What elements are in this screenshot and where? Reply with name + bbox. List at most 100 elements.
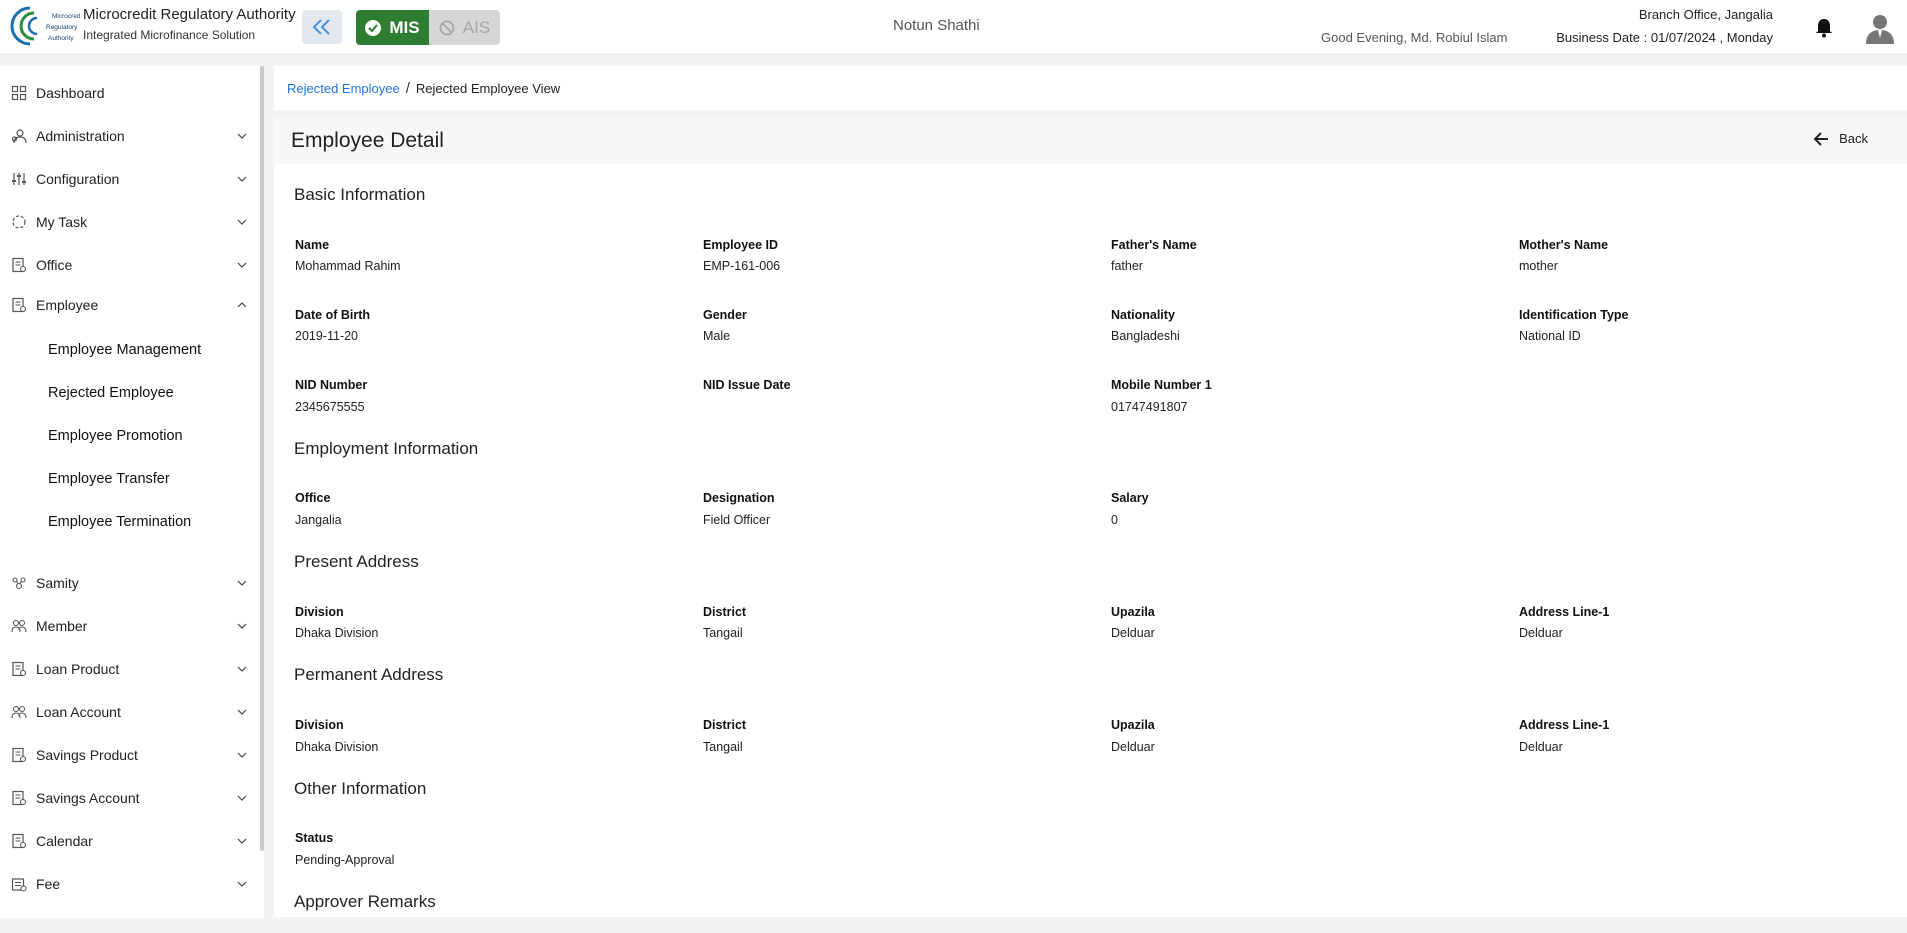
sidebar-item-configuration[interactable]: Configuration	[0, 161, 258, 197]
sidebar-item-office[interactable]: Office	[0, 247, 258, 283]
field-label: Division	[295, 605, 344, 619]
user-greeting: Good Evening, Md. Robiul Islam	[1321, 30, 1508, 45]
sidebar-item-label: Samity	[36, 575, 79, 591]
org-name: Microcredit Regulatory Authority	[83, 6, 296, 23]
sidebar-item-calendar[interactable]: Calendar	[0, 823, 258, 859]
sidebar-item-label: Loan Product	[36, 661, 120, 677]
chevron-up-icon	[237, 302, 247, 308]
svg-text:Microcredit: Microcredit	[52, 13, 80, 20]
page-title-bar: Employee Detail Back	[274, 117, 1907, 164]
sidebar-item-label: Savings Account	[36, 790, 140, 806]
bell-icon[interactable]	[1815, 18, 1833, 38]
field-label: Salary	[1111, 491, 1149, 505]
double-chevron-left-icon	[312, 19, 330, 35]
field-label: Office	[295, 491, 331, 505]
sidebar-item-label: Configuration	[36, 171, 120, 187]
field-value: Delduar	[1111, 740, 1155, 754]
business-date: Business Date : 01/07/2024 , Monday	[1556, 30, 1773, 45]
field-value: Delduar	[1519, 740, 1563, 754]
field-label: NID Issue Date	[703, 378, 791, 392]
ais-label: AIS	[462, 17, 491, 37]
field-label: Nationality	[1111, 308, 1175, 322]
field-label: Gender	[703, 308, 747, 322]
sidebar-item-savings-account[interactable]: Savings Account	[0, 780, 258, 816]
back-button[interactable]: Back	[1813, 131, 1868, 146]
field-value: mother	[1519, 259, 1558, 273]
sidebar-item-savings-product[interactable]: Savings Product	[0, 737, 258, 773]
ais-toggle-button[interactable]: AIS	[429, 10, 500, 45]
mis-toggle-button[interactable]: MIS	[356, 10, 429, 45]
field-label: Name	[295, 238, 330, 252]
sidebar-item-label: Fee	[36, 876, 61, 892]
employee-detail-panel: Employee Detail Back Basic Information N…	[274, 117, 1907, 917]
chevron-down-icon	[237, 752, 247, 758]
savings-product-icon	[12, 747, 27, 763]
sidebar-sub-employee-transfer[interactable]: Employee Transfer	[48, 471, 170, 487]
field-label: NID Number	[295, 378, 368, 392]
sidebar-sub-employee-termination[interactable]: Employee Termination	[48, 514, 191, 530]
field-label: Upazila	[1111, 718, 1155, 732]
page-bottom-strip	[0, 918, 1907, 933]
field-value: 2345675555	[295, 400, 365, 414]
sidebar-item-label: Savings Product	[36, 747, 138, 763]
sidebar-item-administration[interactable]: Administration	[0, 118, 258, 154]
org-subtitle: Integrated Microfinance Solution	[83, 28, 256, 42]
field-value: father	[1111, 259, 1143, 273]
field-value: Tangail	[703, 740, 743, 754]
sidebar-collapse-button[interactable]	[302, 10, 342, 44]
sidebar: Dashboard Administration Configuration M…	[0, 66, 264, 918]
sidebar-item-fee[interactable]: Fee	[0, 866, 258, 902]
breadcrumb-link-rejected-employee[interactable]: Rejected Employee	[287, 81, 400, 96]
svg-text:Regulatory: Regulatory	[46, 24, 78, 31]
branch-office: Branch Office, Jangalia	[1638, 7, 1773, 22]
app-name: Notun Shathi	[893, 17, 980, 34]
sidebar-sub-employee-promotion[interactable]: Employee Promotion	[48, 428, 183, 444]
field-label: Employee ID	[703, 238, 779, 252]
sidebar-item-label: Administration	[36, 128, 125, 144]
top-header: Microcredit Regulatory Authority Microcr…	[0, 0, 1907, 55]
sidebar-sub-employee-management[interactable]: Employee Management	[48, 342, 201, 358]
sidebar-item-employee[interactable]: Employee	[0, 287, 258, 323]
svg-text:Authority: Authority	[48, 35, 74, 42]
sidebar-item-member[interactable]: Member	[0, 608, 258, 644]
savings-account-icon	[12, 790, 27, 806]
arrow-left-icon	[1813, 131, 1829, 146]
field-value: Field Officer	[703, 513, 771, 527]
chevron-down-icon	[237, 666, 247, 672]
admin-icon	[11, 129, 27, 144]
ban-icon	[439, 20, 455, 35]
loan-product-icon	[12, 661, 27, 677]
sidebar-sub-rejected-employee[interactable]: Rejected Employee	[48, 385, 174, 401]
sidebar-item-my-task[interactable]: My Task	[0, 204, 258, 240]
field-value: Delduar	[1111, 626, 1155, 640]
field-value: National ID	[1519, 329, 1581, 343]
chevron-down-icon	[237, 623, 247, 629]
user-avatar-icon[interactable]	[1865, 12, 1895, 44]
chevron-down-icon	[237, 709, 247, 715]
sidebar-item-loan-account[interactable]: Loan Account	[0, 694, 258, 730]
sidebar-item-samity[interactable]: Samity	[0, 565, 258, 601]
field-value: Dhaka Division	[295, 626, 379, 640]
field-label: Father's Name	[1111, 238, 1197, 252]
section-title-other-information: Other Information	[294, 779, 427, 798]
field-value: 2019-11-20	[295, 329, 359, 343]
sidebar-scrollbar[interactable]	[260, 66, 264, 851]
field-value: Tangail	[703, 626, 743, 640]
breadcrumb-separator: /	[405, 79, 410, 97]
field-label: Mother's Name	[1519, 238, 1609, 252]
section-title-permanent-address: Permanent Address	[294, 665, 444, 684]
field-label: Identification Type	[1519, 308, 1629, 322]
check-circle-icon	[365, 19, 382, 36]
chevron-down-icon	[237, 219, 247, 225]
sidebar-item-loan-product[interactable]: Loan Product	[0, 651, 258, 687]
page-title: Employee Detail	[291, 129, 444, 152]
field-value: Delduar	[1519, 626, 1563, 640]
breadcrumb: Rejected Employee / Rejected Employee Vi…	[274, 66, 1907, 110]
chevron-down-icon	[237, 133, 247, 139]
chevron-down-icon	[237, 176, 247, 182]
sidebar-item-label: Office	[36, 257, 73, 273]
office-icon	[12, 257, 27, 273]
field-label: District	[703, 605, 747, 619]
sidebar-item-dashboard[interactable]: Dashboard	[0, 75, 258, 111]
loan-account-icon	[11, 705, 27, 719]
